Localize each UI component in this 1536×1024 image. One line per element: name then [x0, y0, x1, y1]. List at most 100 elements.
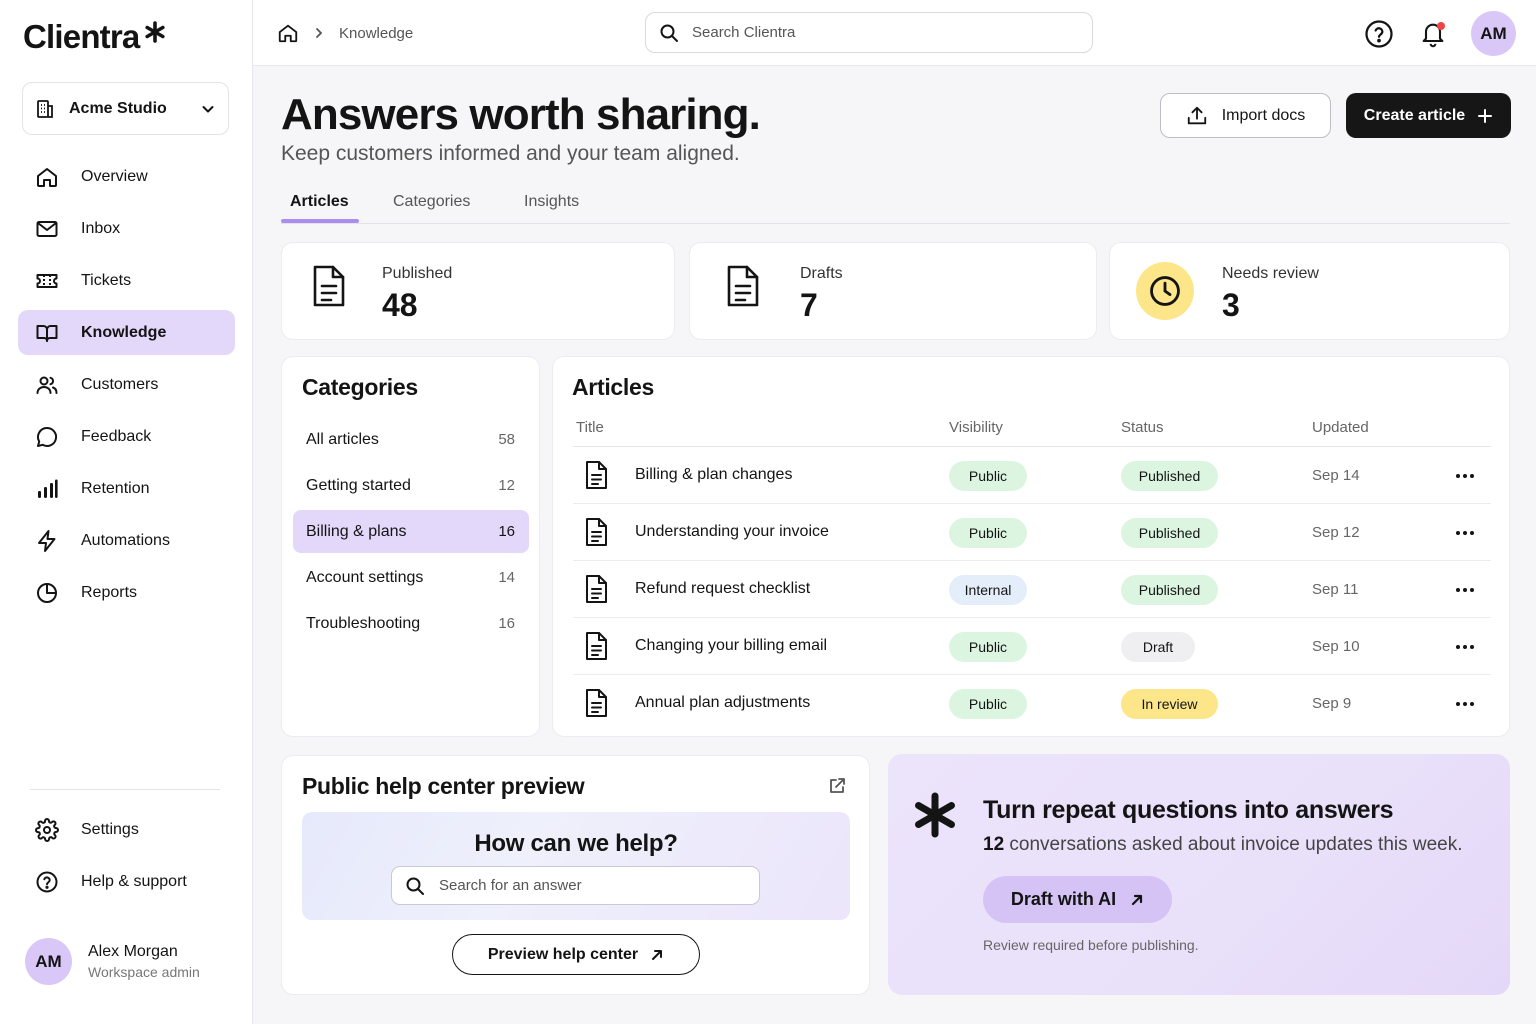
sidebar-item-inbox[interactable]: Inbox [18, 206, 235, 251]
stat-value: 7 [800, 287, 818, 323]
avatar: AM [25, 938, 72, 985]
more-options-icon[interactable] [1453, 635, 1477, 659]
external-link-icon[interactable] [827, 776, 847, 796]
status-badge: Published [1121, 518, 1218, 548]
import-docs-button[interactable]: Import docs [1160, 93, 1331, 138]
document-icon [583, 688, 609, 718]
app-name: Clientra [23, 18, 140, 55]
upload-icon [1186, 105, 1208, 127]
category-item-billing-plans[interactable]: Billing & plans 16 [293, 510, 529, 553]
document-icon [583, 460, 609, 490]
sidebar-item-label: Knowledge [81, 323, 167, 341]
updated-date: Sep 10 [1312, 638, 1360, 655]
stat-card-drafts[interactable]: Drafts 7 [689, 242, 1097, 340]
more-options-icon[interactable] [1453, 692, 1477, 716]
tab-categories[interactable]: Categories [393, 184, 470, 224]
sidebar-item-label: Automations [81, 531, 170, 549]
lightning-icon [35, 529, 59, 553]
notifications-button[interactable] [1415, 16, 1451, 52]
more-options-icon[interactable] [1453, 578, 1477, 602]
bar-chart-icon [35, 477, 59, 501]
breadcrumb: Knowledge [277, 22, 413, 44]
sidebar-item-customers[interactable]: Customers [18, 362, 235, 407]
category-list: All articles 58 Getting started 12 Billi… [293, 418, 529, 648]
column-header-title[interactable]: Title [576, 419, 604, 436]
category-item-account-settings[interactable]: Account settings 14 [293, 556, 529, 599]
table-row[interactable]: Billing & plan changes Public Published … [573, 447, 1491, 504]
sidebar-item-label: Reports [81, 583, 138, 601]
category-count: 16 [498, 615, 515, 632]
category-label: Billing & plans [306, 522, 407, 540]
sidebar-item-label: Feedback [81, 427, 152, 445]
table-row[interactable]: Refund request checklist Internal Publis… [573, 561, 1491, 618]
search-input[interactable] [692, 24, 1072, 41]
app-logo[interactable]: Clientra [23, 14, 166, 60]
create-article-button[interactable]: Create article [1346, 93, 1511, 138]
stat-card-published[interactable]: Published 48 [281, 242, 675, 340]
status-badge: Published [1121, 461, 1218, 491]
category-item-getting-started[interactable]: Getting started 12 [293, 464, 529, 507]
draft-with-ai-label: Draft with AI [1010, 889, 1117, 909]
conversation-count: 12 [983, 834, 1005, 855]
sidebar-nav: Overview Inbox Tickets Knowledge Custome… [18, 154, 235, 622]
sidebar-item-overview[interactable]: Overview [18, 154, 235, 199]
document-icon [583, 574, 609, 604]
category-count: 16 [498, 523, 515, 540]
category-item-troubleshooting[interactable]: Troubleshooting 16 [293, 602, 529, 645]
table-row[interactable]: Annual plan adjustments Public In review… [573, 675, 1491, 732]
avatar[interactable]: AM [1471, 11, 1516, 56]
preview-search[interactable] [391, 866, 760, 905]
help-button[interactable] [1361, 16, 1397, 52]
workspace-switcher[interactable]: Acme Studio [22, 82, 229, 135]
sidebar-item-reports[interactable]: Reports [18, 570, 235, 615]
sidebar-item-tickets[interactable]: Tickets [18, 258, 235, 303]
chevron-down-icon [200, 101, 216, 117]
user-name: Alex Morgan [88, 943, 178, 960]
stat-card-needs-review[interactable]: Needs review 3 [1109, 242, 1510, 340]
column-header-visibility[interactable]: Visibility [949, 419, 1003, 436]
arrow-up-right-icon [1132, 894, 1143, 905]
article-title: Refund request checklist [635, 580, 811, 597]
user-profile[interactable]: AM Alex Morgan Workspace admin [25, 938, 200, 985]
user-info: Alex Morgan Workspace admin [88, 943, 200, 980]
tab-articles[interactable]: Articles [290, 184, 349, 224]
category-count: 12 [498, 477, 515, 494]
article-title: Changing your billing email [635, 637, 828, 654]
more-options-icon[interactable] [1453, 521, 1477, 545]
tab-label: Categories [393, 193, 471, 210]
column-header-updated[interactable]: Updated [1312, 419, 1369, 436]
sidebar-item-help[interactable]: Help & support [18, 859, 235, 904]
global-search[interactable] [645, 12, 1093, 53]
sidebar-item-feedback[interactable]: Feedback [18, 414, 235, 459]
column-header-status[interactable]: Status [1121, 419, 1164, 436]
sidebar-item-knowledge[interactable]: Knowledge [18, 310, 235, 355]
home-icon[interactable] [277, 22, 299, 44]
category-item-all-articles[interactable]: All articles 58 [293, 418, 529, 461]
visibility-badge: Public [949, 632, 1027, 662]
top-actions: AM [1361, 11, 1516, 56]
category-label: Troubleshooting [306, 614, 421, 632]
help-center-mock: How can we help? [302, 812, 850, 920]
article-title: Annual plan adjustments [635, 694, 811, 711]
category-label: Account settings [306, 568, 424, 586]
sidebar-item-automations[interactable]: Automations [18, 518, 235, 563]
sidebar-item-label: Inbox [81, 219, 121, 237]
preview-search-input[interactable] [439, 877, 739, 894]
gear-icon [35, 817, 59, 842]
sidebar-item-settings[interactable]: Settings [18, 807, 235, 852]
preview-help-center-button[interactable]: Preview help center [452, 934, 700, 975]
active-tab-indicator [281, 219, 359, 223]
visibility-badge: Public [949, 689, 1027, 719]
table-row[interactable]: Understanding your invoice Public Publis… [573, 504, 1491, 561]
document-icon [583, 517, 609, 547]
sidebar-item-retention[interactable]: Retention [18, 466, 235, 511]
tab-insights[interactable]: Insights [524, 184, 579, 224]
clock-icon [1136, 262, 1194, 320]
table-row[interactable]: Changing your billing email Public Draft… [573, 618, 1491, 675]
category-count: 58 [498, 431, 515, 448]
draft-with-ai-button[interactable]: Draft with AI [983, 876, 1172, 923]
ticket-icon [35, 269, 59, 293]
categories-panel: Categories All articles 58 Getting start… [281, 356, 540, 737]
more-options-icon[interactable] [1453, 464, 1477, 488]
search-icon [405, 876, 425, 896]
